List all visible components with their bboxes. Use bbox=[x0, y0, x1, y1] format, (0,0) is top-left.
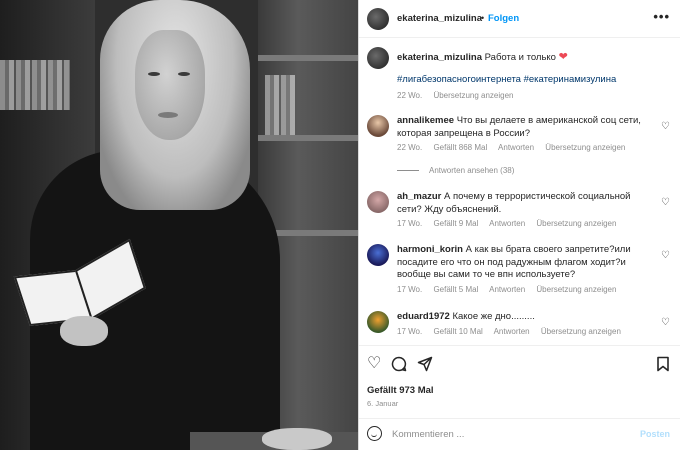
like-heart-icon[interactable]: ♡ bbox=[367, 356, 381, 372]
share-send-icon[interactable] bbox=[417, 356, 433, 376]
comment-time[interactable]: 17 Wo. bbox=[397, 219, 422, 228]
post-date[interactable]: 6. Januar bbox=[367, 399, 398, 408]
heart-icon[interactable]: ♡ bbox=[661, 197, 670, 208]
photo-figure-eye bbox=[148, 72, 160, 76]
comment-meta: 17 Wo. Gefällt 9 Mal Antworten Übersetzu… bbox=[397, 219, 625, 228]
comment-likes[interactable]: Gefällt 868 Mal bbox=[433, 143, 487, 152]
comment-time[interactable]: 17 Wo. bbox=[397, 327, 422, 336]
comment-likes[interactable]: Gefällt 10 Mal bbox=[433, 327, 482, 336]
caption-hashtags[interactable]: #лигабезопасногоинтернета #екатеринамизу… bbox=[397, 74, 616, 85]
comment-username[interactable]: eduard1972 bbox=[397, 311, 450, 322]
translate-link[interactable]: Übersetzung anzeigen bbox=[536, 285, 616, 294]
post-comment-button[interactable]: Posten bbox=[640, 429, 670, 439]
comment-meta: 22 Wo. Gefällt 868 Mal Antworten Überset… bbox=[397, 143, 634, 152]
post-header: ekaterina_mizulina • Folgen ••• bbox=[359, 0, 680, 38]
comment-likes[interactable]: Gefällt 9 Mal bbox=[433, 219, 478, 228]
emoji-smile-icon[interactable] bbox=[367, 426, 382, 441]
photo-books bbox=[0, 60, 70, 110]
avatar[interactable] bbox=[367, 311, 389, 333]
translate-link[interactable]: Übersetzung anzeigen bbox=[545, 143, 625, 152]
heart-icon[interactable]: ♡ bbox=[661, 250, 670, 261]
comment-username[interactable]: harmoni_korin bbox=[397, 244, 463, 255]
photo-figure-lips bbox=[158, 112, 178, 118]
avatar[interactable] bbox=[367, 244, 389, 266]
avatar[interactable] bbox=[367, 8, 389, 30]
comment-body: Какое же дно......... bbox=[452, 311, 535, 322]
comment-meta: 17 Wo. Gefällt 10 Mal Antworten Übersetz… bbox=[397, 327, 630, 336]
comment-likes[interactable]: Gefällt 5 Mal bbox=[433, 285, 478, 294]
translate-link[interactable]: Übersetzung anzeigen bbox=[536, 219, 616, 228]
photo-figure-hand bbox=[60, 316, 108, 346]
reply-button[interactable]: Antworten bbox=[494, 327, 530, 336]
comment-text: harmoni_korin А как вы брата своего запр… bbox=[397, 244, 657, 282]
avatar[interactable] bbox=[367, 47, 389, 69]
caption-time[interactable]: 22 Wo. bbox=[397, 91, 422, 100]
post-side-panel: ekaterina_mizulina • Folgen ••• ekaterin… bbox=[359, 0, 680, 450]
reply-button[interactable]: Antworten bbox=[489, 219, 525, 228]
photo-figure-hand bbox=[262, 428, 332, 450]
photo-figure-eye bbox=[178, 72, 190, 76]
photo-shelf-board bbox=[258, 55, 358, 61]
comment-username[interactable]: annalikemee bbox=[397, 115, 454, 126]
comment-bubble-icon[interactable] bbox=[391, 356, 407, 376]
comment-meta: 17 Wo. Gefällt 5 Mal Antworten Übersetzu… bbox=[397, 285, 625, 294]
header-username[interactable]: ekaterina_mizulina bbox=[397, 13, 482, 24]
view-replies-label: Antworten ansehen (38) bbox=[429, 166, 515, 175]
caption-text: ekaterina_mizulina Работа и только ❤ bbox=[397, 51, 667, 64]
comment-text: eduard1972 Какое же дно......... bbox=[397, 311, 657, 324]
translate-link[interactable]: Übersetzung anzeigen bbox=[541, 327, 621, 336]
follow-button[interactable]: Folgen bbox=[488, 13, 519, 24]
add-comment-bar: Posten bbox=[359, 418, 680, 450]
avatar[interactable] bbox=[367, 115, 389, 137]
heart-emoji-icon: ❤ bbox=[558, 51, 568, 63]
comment-time[interactable]: 17 Wo. bbox=[397, 285, 422, 294]
reply-button[interactable]: Antworten bbox=[498, 143, 534, 152]
comment-text: ah_mazur А почему в террористической соц… bbox=[397, 191, 657, 216]
more-options-icon[interactable]: ••• bbox=[653, 9, 670, 24]
avatar[interactable] bbox=[367, 191, 389, 213]
caption-body: Работа и только bbox=[484, 52, 556, 63]
header-separator: • bbox=[481, 13, 485, 23]
view-replies-button[interactable]: Antworten ansehen (38) bbox=[397, 166, 514, 175]
post-photo[interactable] bbox=[0, 0, 358, 450]
likes-count[interactable]: Gefällt 973 Mal bbox=[367, 385, 434, 396]
comment-time[interactable]: 22 Wo. bbox=[397, 143, 422, 152]
heart-icon[interactable]: ♡ bbox=[661, 121, 670, 132]
heart-icon[interactable]: ♡ bbox=[661, 317, 670, 328]
translate-link[interactable]: Übersetzung anzeigen bbox=[433, 91, 513, 100]
comment-text: annalikemee Что вы делаете в американско… bbox=[397, 115, 657, 140]
replies-line bbox=[397, 170, 419, 172]
photo-books bbox=[265, 75, 295, 135]
photo-shelf-board bbox=[258, 135, 358, 141]
caption-meta: 22 Wo. Übersetzung anzeigen bbox=[397, 91, 523, 100]
bookmark-icon[interactable] bbox=[656, 356, 670, 376]
reply-button[interactable]: Antworten bbox=[489, 285, 525, 294]
comment-input[interactable] bbox=[392, 425, 632, 443]
caption-username[interactable]: ekaterina_mizulina bbox=[397, 52, 482, 63]
photo-figure-face bbox=[135, 30, 205, 140]
comment-username[interactable]: ah_mazur bbox=[397, 191, 441, 202]
